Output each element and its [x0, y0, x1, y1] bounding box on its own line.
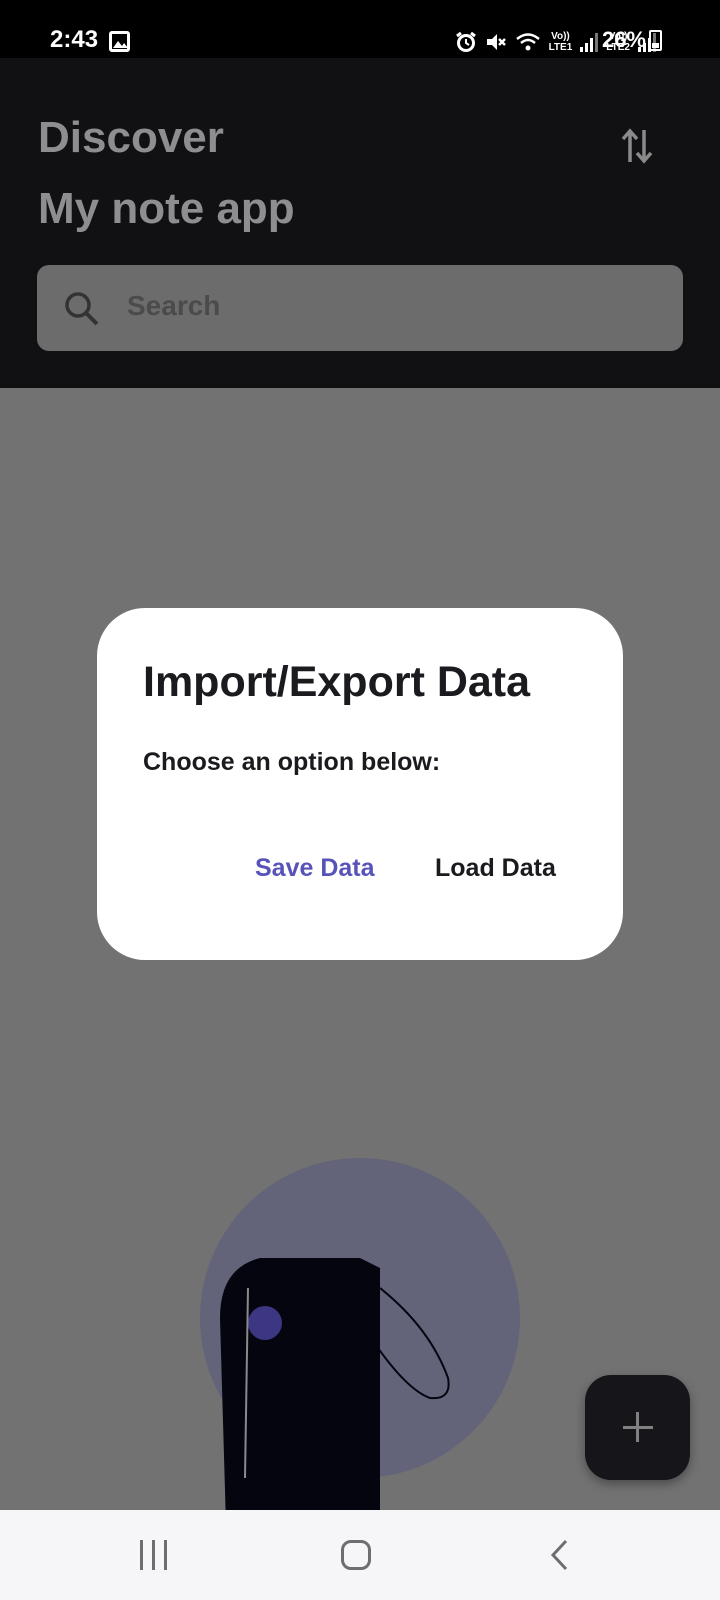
home-button[interactable]: [341, 1540, 371, 1570]
add-note-button[interactable]: [585, 1375, 690, 1480]
search-input[interactable]: Search: [37, 265, 683, 351]
search-placeholder: Search: [127, 290, 221, 321]
sort-icon[interactable]: [620, 126, 656, 166]
status-time: 2:43: [50, 26, 99, 53]
alarm-icon: [455, 31, 477, 53]
wifi-icon: [515, 31, 541, 53]
gallery-notification-icon: [109, 31, 130, 52]
search-icon: [63, 290, 101, 333]
battery-percent: 26%: [601, 27, 646, 52]
page-title: Discover: [38, 113, 224, 162]
lte1-indicator: Vo)) LTE1: [549, 31, 573, 53]
recent-apps-button[interactable]: [140, 1540, 170, 1570]
empty-state-illustration: [180, 928, 540, 1600]
save-data-button[interactable]: Save Data: [255, 854, 375, 883]
battery-charging-icon: [649, 29, 662, 51]
plus-icon-bar: [623, 1426, 653, 1429]
system-nav-bar: [0, 1510, 720, 1600]
mute-icon: [485, 31, 507, 53]
lte1-label-top: Vo)): [551, 31, 570, 42]
back-button[interactable]: [548, 1538, 572, 1577]
signal-1-icon: [580, 32, 599, 52]
dialog-message: Choose an option below:: [143, 748, 441, 776]
lte1-label-bottom: LTE1: [548, 42, 573, 53]
app-header: Discover My note app Search: [0, 58, 720, 388]
load-data-button[interactable]: Load Data: [435, 854, 556, 883]
status-bar: 2:43 Vo)) LTE1 Vo)) LTE2 26%: [0, 0, 720, 58]
app-subtitle: My note app: [38, 184, 295, 233]
import-export-dialog: Import/Export Data Choose an option belo…: [97, 608, 623, 960]
dialog-title: Import/Export Data: [143, 658, 531, 706]
back-chevron-icon: [550, 1539, 568, 1571]
battery-indicator: 26%: [602, 27, 662, 53]
